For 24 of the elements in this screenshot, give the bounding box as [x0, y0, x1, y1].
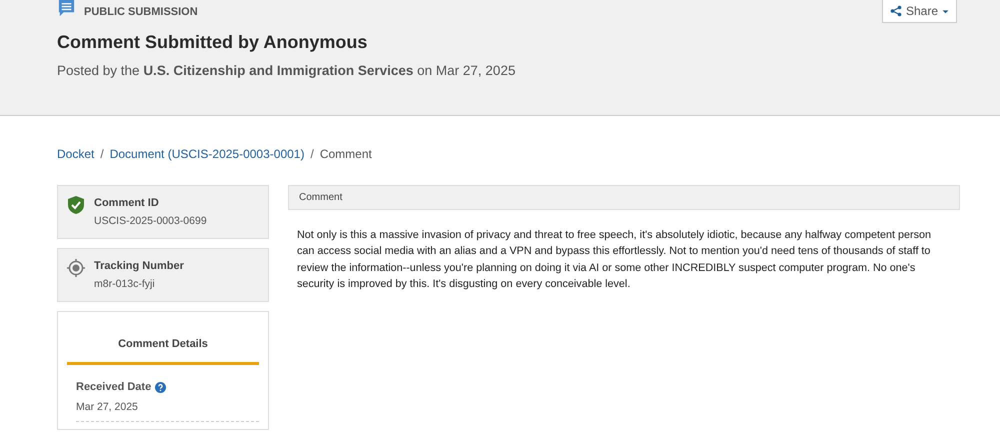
field-label: Received Date — [76, 381, 152, 393]
info-label: Comment ID — [94, 197, 160, 209]
comment-header: Comment — [288, 185, 960, 210]
comment-icon — [57, 0, 76, 18]
info-value: m8r-013c-fyji — [94, 278, 156, 290]
shield-check-icon — [66, 195, 86, 215]
breadcrumb-separator: / — [100, 147, 104, 162]
field-value: Mar 27, 2025 — [76, 401, 259, 422]
info-label: Tracking Number — [94, 260, 184, 272]
breadcrumb-link[interactable]: Document (USCIS-2025-0003-0001) — [110, 147, 304, 162]
comment-text: Not only is this a massive invasion of privacy and threat to free speech, it's absolutely idiotic, because any halfway competent person can access social media with an alias and a VPN and bypass this effortlessly. Not to mention you'd need tens of thousands of staff to review the information--unless you're planning on doing it via AI or some other INCREDIBLY suspect computer program. No one's security is improved by this. It's disgusting on every conceivable level. — [297, 228, 932, 292]
details-title: Comment Details — [67, 312, 259, 365]
breadcrumb-separator: / — [310, 147, 314, 162]
caret-icon — [942, 8, 949, 14]
breadcrumb-current: Comment — [320, 147, 372, 162]
submission-type-label: PUBLIC SUBMISSION — [84, 6, 198, 18]
share-icon — [890, 5, 902, 17]
page-title: Comment Submitted by Anonymous — [57, 32, 368, 53]
share-button[interactable]: Share — [882, 0, 957, 23]
help-icon[interactable] — [155, 382, 166, 392]
info-value: USCIS-2025-0003-0699 — [94, 215, 207, 227]
breadcrumb-link[interactable]: Docket — [57, 147, 94, 162]
posted-by-text: Posted by the U.S. Citizenship and Immigration Services on Mar 27, 2025 — [57, 63, 516, 78]
target-icon — [66, 258, 86, 278]
